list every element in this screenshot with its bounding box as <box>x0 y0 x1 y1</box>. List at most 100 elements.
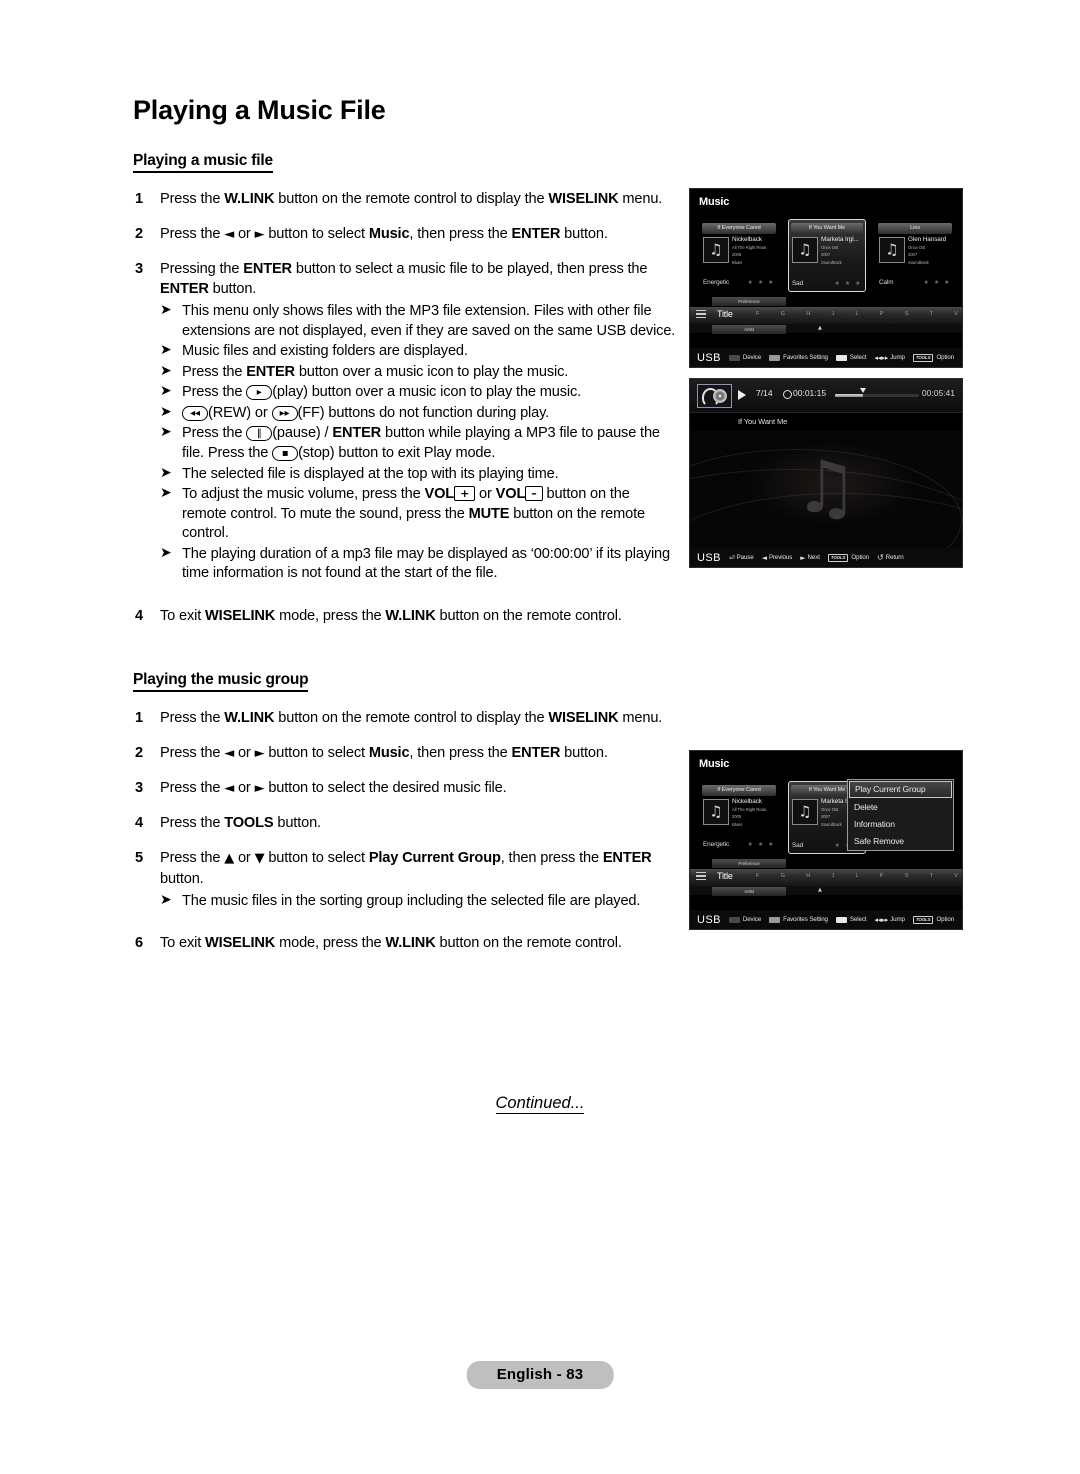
step-text-end: button. <box>273 815 321 832</box>
conjunction: or <box>475 486 496 503</box>
menu-item-play-current-group[interactable]: Play Current Group <box>849 781 952 798</box>
card-body: ♫ Marketa Irgl... Once Ost 2007 Soundtra… <box>791 236 863 273</box>
card-artist: Glen Hansard <box>908 236 947 243</box>
key-guide-bar: USB ⏎ Pause ◄ Previous ► Next TOOLS Option ↺… <box>690 548 962 567</box>
sort-tab-title-row[interactable]: Title F G H J L P S T V <box>690 307 962 324</box>
step-text-cont: mode, press the <box>275 607 386 624</box>
music-card[interactable]: Lies ♫ Glen Hansard Once Ost 2007 Soundt… <box>876 221 954 290</box>
step-text-end: button. <box>160 870 204 887</box>
step-text-end: menu. <box>618 190 663 207</box>
menu-item-safe-remove[interactable]: Safe Remove <box>848 833 953 850</box>
step-3-bullets: ➤ This menu only shows files with the MP3… <box>160 302 678 584</box>
bullet-text: The music files in the sorting group inc… <box>182 892 641 909</box>
guide-device[interactable]: Device <box>728 916 761 923</box>
alphabet-letter[interactable]: V <box>954 873 958 879</box>
alphabet-letter[interactable]: T <box>930 311 933 317</box>
key-guide-bar: USB Device Favorites Setting Select ◂◂▸▸… <box>690 910 962 929</box>
card-meta: Nickelback All The Right Reas. 2005 Blue… <box>732 798 776 827</box>
menu-item-information[interactable]: Information <box>848 816 953 833</box>
bullet-item: ➤ The playing duration of a mp3 file may … <box>160 545 678 584</box>
alphabet-letter[interactable]: G <box>781 311 785 317</box>
alphabet-letter[interactable]: P <box>880 311 884 317</box>
step-text: Press the <box>160 225 225 242</box>
music-card-list: If Everyone Cared ♫ Nickelback All The R… <box>698 219 956 292</box>
step-text: To exit <box>160 607 206 624</box>
music-note-icon: ♫ <box>703 237 729 263</box>
alphabet-index[interactable]: F G H J L P S T V <box>756 311 958 317</box>
alphabet-letter[interactable]: J <box>831 873 834 879</box>
bullet-item: ➤ Press the ENTER button over a music ico… <box>160 363 678 383</box>
right-arrow-icon: ► <box>254 746 265 762</box>
keyword-wlink: W.LINK <box>224 190 275 207</box>
sort-tab-title: Title <box>717 871 733 881</box>
menu-item-delete[interactable]: Delete <box>848 799 953 816</box>
keyword-enter: ENTER <box>511 745 561 762</box>
progress-knob[interactable] <box>860 388 866 393</box>
alphabet-letter[interactable]: F <box>756 311 759 317</box>
music-card[interactable]: If Everyone Cared ♫ Nickelback All The R… <box>700 221 778 290</box>
keyword-wiselink: WISELINK <box>205 935 276 952</box>
guide-select[interactable]: Select <box>835 354 867 361</box>
progress-bar[interactable] <box>835 388 919 397</box>
step-4: 4 To exit WISELINK mode, press the W.LIN… <box>133 606 678 626</box>
guide-label: Option <box>936 354 955 361</box>
alphabet-letter[interactable]: T <box>930 873 933 879</box>
step-text-end: menu. <box>618 709 663 726</box>
alphabet-index[interactable]: F G H J L P S T V <box>756 873 958 879</box>
alphabet-letter[interactable]: H <box>806 311 810 317</box>
sort-tab-preference[interactable]: Preference <box>712 859 786 868</box>
alphabet-letter[interactable]: S <box>905 873 909 879</box>
music-card-selected[interactable]: If You Want Me ♫ Marketa Irgl... Once Os… <box>788 219 866 292</box>
alphabet-letter[interactable]: H <box>806 873 810 879</box>
card-title: If Everyone Cared <box>702 223 776 234</box>
alphabet-letter[interactable]: L <box>855 311 858 317</box>
guide-select[interactable]: Select <box>835 916 867 923</box>
sort-tab-artist[interactable]: Artist <box>712 325 786 334</box>
alphabet-letter[interactable]: J <box>831 311 834 317</box>
alphabet-letter[interactable]: P <box>880 873 884 879</box>
rewind-key-icon: ◂◂ <box>182 405 208 421</box>
step-text: Pressing the <box>160 260 244 277</box>
guide-favorites-setting[interactable]: Favorites Setting <box>769 916 828 923</box>
alphabet-letter[interactable]: V <box>954 311 958 317</box>
guide-option[interactable]: TOOLS Option <box>827 553 869 562</box>
alphabet-letter[interactable]: G <box>781 873 785 879</box>
music-card[interactable]: If Everyone Cared ♫ Nickelback All The R… <box>700 783 778 852</box>
card-title: If Everyone Cared <box>702 785 776 796</box>
guide-option[interactable]: TOOLS Option <box>912 915 954 924</box>
card-footer: Energetic ★ ★ ★ <box>703 841 775 850</box>
source-label-usb: USB <box>697 351 721 364</box>
guide-next[interactable]: ► Next <box>800 554 820 562</box>
continued-note: Continued... <box>0 1094 1080 1114</box>
guide-favorites-setting[interactable]: Favorites Setting <box>769 354 828 361</box>
tools-dropdown-menu[interactable]: Play Current Group Delete Information Sa… <box>847 779 954 851</box>
alphabet-letter[interactable]: S <box>905 311 909 317</box>
guide-return[interactable]: ↺ Return <box>877 553 904 562</box>
bullet-item: ➤ The selected file is displayed at the t… <box>160 465 678 485</box>
bullet-arrow-icon: ➤ <box>160 464 172 481</box>
sort-tab-title-row[interactable]: Title F G H J L P S T V <box>690 869 962 886</box>
alphabet-letter[interactable]: F <box>756 873 759 879</box>
bullet-text: Press the <box>182 425 247 442</box>
pause-key-icon: ‖ <box>246 426 273 442</box>
guide-device[interactable]: Device <box>728 354 761 361</box>
next-icon: ► <box>800 553 806 562</box>
guide-previous[interactable]: ◄ Previous <box>762 554 793 562</box>
step-text-cont2: , then press the <box>409 745 512 762</box>
bullet-text: The selected file is displayed at the to… <box>182 465 559 482</box>
alphabet-letter[interactable]: L <box>855 873 858 879</box>
guide-option[interactable]: TOOLS Option <box>912 353 955 362</box>
guide-jump[interactable]: ◂◂▸▸ Jump <box>875 354 905 362</box>
sort-tab-artist[interactable]: Artist <box>712 887 786 896</box>
sort-tab-preference[interactable]: Preference <box>712 297 786 306</box>
guide-pause[interactable]: ⏎ Pause <box>729 554 754 562</box>
card-rating-stars: ★ ★ ★ <box>834 280 862 287</box>
caret-up-icon: ▲ <box>818 887 822 893</box>
enter-key-icon: ⏎ <box>728 553 735 562</box>
sort-bar: Preference Title F G H J L P S T V ▲ Art… <box>690 859 962 897</box>
album-art-thumbnail <box>697 384 732 408</box>
step-number: 1 <box>135 709 143 726</box>
conjunction: or <box>234 225 255 242</box>
guide-jump[interactable]: ◂◂▸▸ Jump <box>875 916 905 924</box>
